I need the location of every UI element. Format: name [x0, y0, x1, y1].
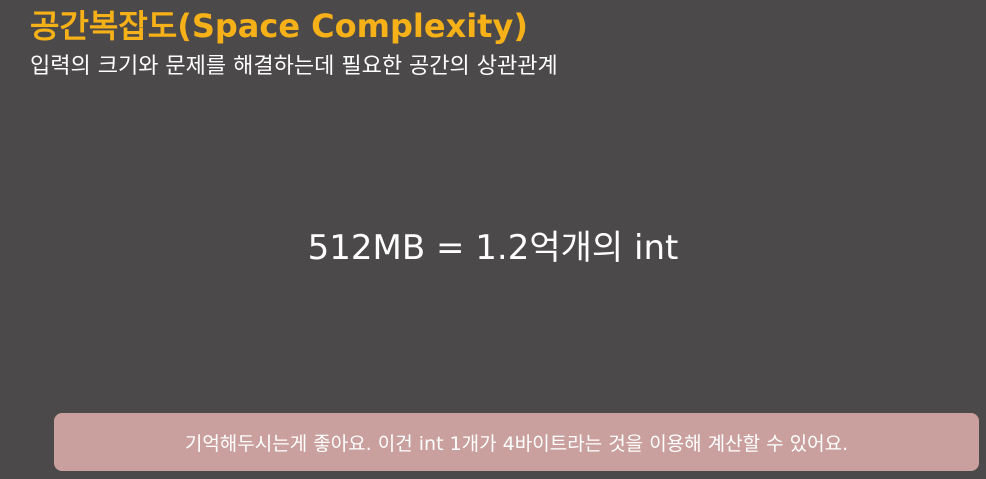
subtitle-caption-box: 기억해두시는게 좋아요. 이건 int 1개가 4바이트라는 것을 이용해 계산…: [54, 413, 979, 471]
lecture-slide: 공간복잡도(Space Complexity) 입력의 크기와 문제를 해결하는…: [0, 0, 986, 479]
slide-subtitle: 입력의 크기와 문제를 해결하는데 필요한 공간의 상관관계: [30, 54, 558, 79]
caption-text: 기억해두시는게 좋아요. 이건 int 1개가 4바이트라는 것을 이용해 계산…: [184, 432, 849, 455]
memory-formula: 512MB = 1.2억개의 int: [307, 228, 679, 268]
slide-title: 공간복잡도(Space Complexity): [30, 7, 528, 45]
